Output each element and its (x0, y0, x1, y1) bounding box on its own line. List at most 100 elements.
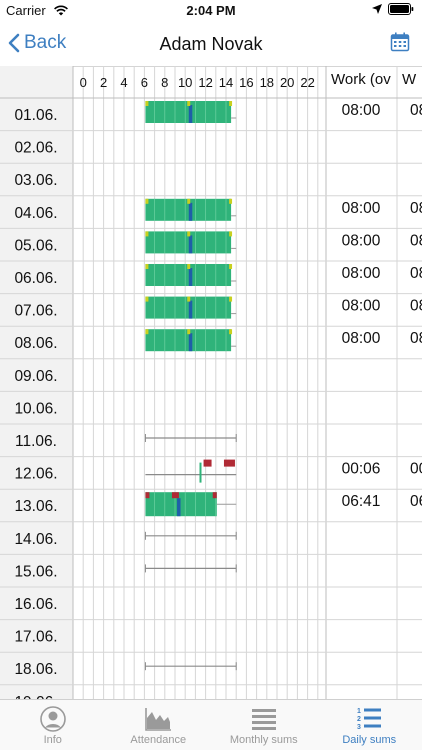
numbered-list-icon: 123 (357, 708, 382, 731)
row-date: 06.06. (14, 270, 57, 287)
row-extra-value: 08 (410, 102, 422, 119)
start-marker (145, 296, 149, 302)
hour-label: 16 (239, 75, 253, 90)
work-bar (145, 492, 217, 517)
hour-label: 4 (120, 75, 127, 90)
hour-label: 20 (280, 75, 294, 90)
row-date: 03.06. (14, 172, 57, 189)
row-work-total: 08:00 (342, 102, 381, 119)
break-marker (188, 268, 193, 286)
calendar-icon (390, 32, 410, 52)
hour-label: 18 (260, 75, 274, 90)
absence-marker (212, 492, 217, 499)
row-work-total: 08:00 (342, 265, 381, 282)
calendar-button[interactable] (390, 32, 410, 57)
row-date: 14.06. (14, 531, 57, 548)
row-date: 07.06. (14, 303, 57, 320)
end-marker (229, 329, 233, 335)
battery-icon (388, 3, 414, 15)
tab-monthly-sums[interactable]: Monthly sums (211, 700, 317, 750)
row-date: 10.06. (14, 400, 57, 417)
area-chart-icon (145, 708, 172, 731)
mid-marker (187, 198, 191, 204)
hour-label: 14 (219, 75, 233, 90)
work-column-header: Work (ov (331, 71, 391, 88)
svg-text:1: 1 (357, 708, 361, 715)
row-date: 12.06. (14, 466, 57, 483)
hour-label: 12 (198, 75, 212, 90)
row-date: 09.06. (14, 368, 57, 385)
row-date: 11.06. (15, 433, 57, 450)
end-marker (229, 264, 233, 269)
end-marker (229, 101, 233, 106)
tab-attendance-label: Attendance (130, 734, 187, 746)
list-icon (251, 709, 276, 730)
location-arrow-icon (372, 4, 382, 14)
mid-marker (187, 231, 191, 237)
absence-block (203, 459, 212, 467)
attendance-grid[interactable]: 0 2 4 6 8 10 12 14 16 18 20 22 Work (ov W 01.06. 08:00 0… (0, 66, 422, 700)
status-right (372, 3, 414, 15)
row-work-total: 00:06 (342, 461, 381, 478)
start-marker (145, 101, 149, 106)
row-extra-value: 00 (410, 461, 422, 478)
mid-marker (187, 296, 191, 302)
extra-column-header: W (402, 71, 417, 88)
person-icon (39, 706, 66, 732)
break-marker (188, 235, 193, 254)
end-marker (229, 231, 233, 237)
absence-block (223, 459, 235, 467)
attendance-grid-svg: 0 2 4 6 8 10 12 14 16 18 20 22 Work (ov W 01.06. 08:00 0… (0, 66, 422, 700)
row-date: 05.06. (14, 237, 57, 254)
row-work-total: 06:41 (342, 493, 381, 510)
row-extra-value: 08 (410, 200, 422, 217)
mid-marker (187, 329, 191, 335)
svg-text:3: 3 (357, 724, 361, 731)
svg-text:2: 2 (357, 716, 361, 723)
tab-attendance[interactable]: Attendance (106, 700, 212, 750)
start-marker (145, 264, 149, 269)
tab-daily-sums-label: Daily sums (342, 734, 397, 746)
row-extra-value: 08 (410, 298, 422, 315)
row-date: 04.06. (14, 205, 57, 222)
row-extra-value: 06 (410, 493, 422, 510)
clock-time: 2:04 PM (186, 3, 236, 18)
row-date: 08.06. (14, 335, 57, 352)
start-marker (145, 329, 149, 335)
row-date: 15.06. (14, 563, 57, 580)
start-marker (145, 231, 149, 237)
row-work-total: 08:00 (342, 298, 381, 315)
row-date: 02.06. (14, 140, 57, 157)
tab-monthly-sums-label: Monthly sums (229, 734, 298, 746)
tab-daily-sums[interactable]: 123 Daily sums (317, 700, 422, 750)
row-extra-value: 08 (410, 265, 422, 282)
row-date: 16.06. (14, 596, 57, 613)
status-bar: Carrier 2:04 PM (0, 0, 422, 22)
row-extra-value: 08 (410, 232, 422, 249)
row-date: 13.06. (14, 498, 57, 515)
hour-label: 0 (80, 75, 87, 90)
end-marker (229, 296, 233, 302)
tab-info-label: Info (43, 734, 62, 746)
break-marker (177, 498, 181, 517)
break-marker (188, 300, 193, 319)
row-work-total: 08:00 (342, 330, 381, 347)
start-marker (145, 198, 149, 204)
hour-label: 22 (300, 75, 314, 90)
row-work-total: 08:00 (342, 232, 381, 249)
absence-marker (145, 492, 150, 499)
mid-marker (187, 264, 191, 269)
tab-bar: Info Attendance Monthly sums 123 Daily s… (0, 699, 422, 750)
hour-label: 2 (100, 75, 107, 90)
page-title: Adam Novak (159, 34, 263, 54)
row-work-total: 08:00 (342, 200, 381, 217)
row-date: 01.06. (14, 107, 57, 124)
hour-label: 6 (141, 75, 148, 90)
mid-marker (187, 101, 191, 106)
end-marker (229, 198, 233, 204)
tab-info[interactable]: Info (0, 700, 106, 750)
absence-marker (171, 492, 179, 499)
row-date: 17.06. (14, 629, 57, 646)
break-marker (188, 333, 193, 352)
break-marker (188, 105, 193, 123)
